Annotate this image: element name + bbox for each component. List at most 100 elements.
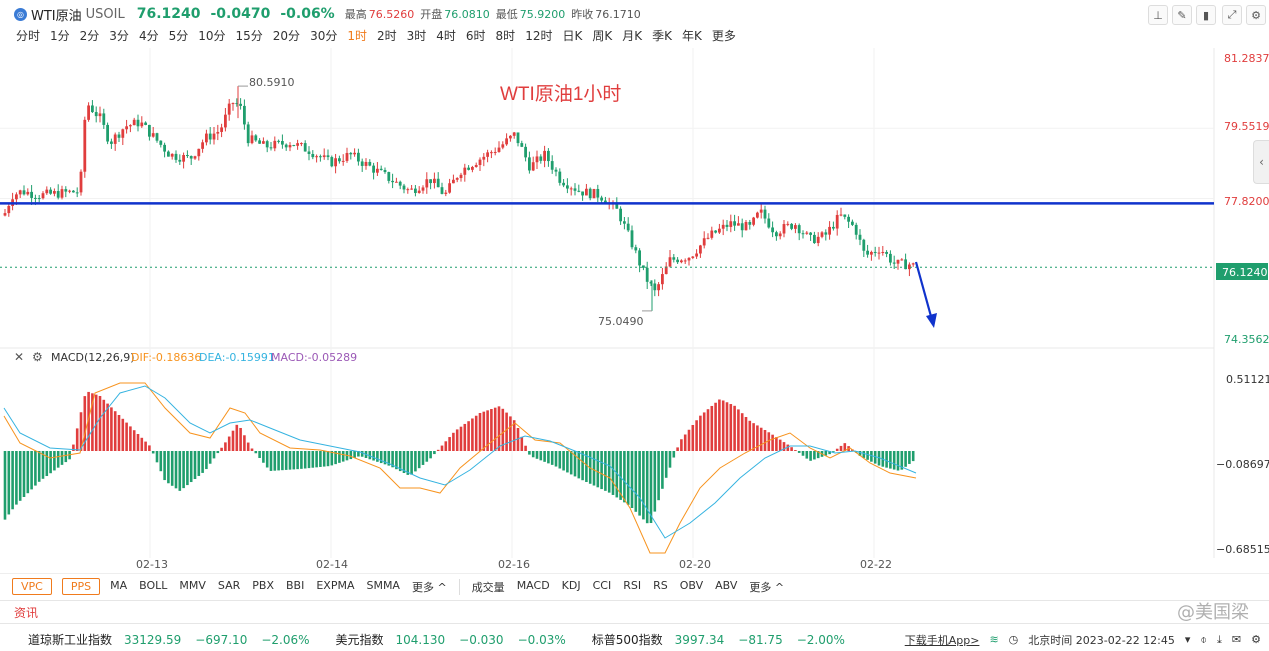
- period-tab[interactable]: 3时: [407, 27, 427, 45]
- expand-icon[interactable]: ⤢: [1222, 5, 1242, 25]
- period-tab[interactable]: 1时: [347, 27, 367, 45]
- date-tick: 02-13: [136, 558, 168, 571]
- candle-body: [284, 144, 288, 148]
- period-tab[interactable]: 8时: [496, 27, 516, 45]
- index-change: −81.75: [738, 632, 783, 647]
- macd-bar: [642, 451, 645, 520]
- price-tick: 74.3562: [1224, 333, 1269, 346]
- vpc-button[interactable]: VPC: [12, 578, 52, 595]
- macd-bar: [436, 449, 440, 451]
- period-tab[interactable]: 年K: [682, 27, 702, 45]
- period-tab[interactable]: 2分: [80, 27, 100, 45]
- period-tab[interactable]: 30分: [310, 27, 337, 45]
- macd-bar: [254, 451, 258, 454]
- indicator-option[interactable]: BOLL: [139, 579, 167, 595]
- wifi-icon: ≋: [989, 633, 999, 646]
- pen-icon[interactable]: ✎: [1172, 5, 1192, 25]
- period-tab[interactable]: 4时: [436, 27, 456, 45]
- candle-body: [227, 103, 231, 115]
- indicator-option[interactable]: MMV: [179, 579, 206, 595]
- period-tab[interactable]: 3分: [109, 27, 129, 45]
- indicator-option[interactable]: OBV: [680, 579, 703, 595]
- indicator-option[interactable]: 成交量: [472, 579, 505, 595]
- candle-body: [835, 214, 839, 229]
- indicator-option[interactable]: RS: [653, 579, 668, 595]
- candle-body: [167, 151, 170, 157]
- kline-chart[interactable]: WTI原油1小时 80.5910 75.0490 81.2837 79.5519…: [0, 48, 1269, 572]
- macd-bar: [208, 451, 212, 464]
- indicator-option[interactable]: 更多 ^: [749, 579, 784, 595]
- period-tab[interactable]: 12时: [525, 27, 552, 45]
- candle-body: [410, 188, 413, 190]
- macd-bar: [778, 439, 782, 451]
- gear-icon[interactable]: ⚙: [32, 350, 43, 364]
- candle-body: [566, 185, 569, 189]
- beijing-time[interactable]: 北京时间 2023-02-22 12:45: [1028, 632, 1175, 648]
- indicator-option[interactable]: SAR: [218, 579, 240, 595]
- macd-bar: [421, 451, 425, 465]
- indicator-option[interactable]: PBX: [252, 579, 274, 595]
- macd-bar: [376, 451, 379, 462]
- quote-header: ◎ WTI原油 USOIL 76.1240 -0.0470 -0.06% 最高 …: [0, 0, 1269, 28]
- macd-bar: [493, 407, 497, 451]
- indicator-option[interactable]: RSI: [623, 579, 641, 595]
- macd-bar: [148, 445, 151, 451]
- candle-body: [600, 197, 603, 201]
- candlestick-icon[interactable]: ▮: [1196, 5, 1216, 25]
- macd-bar: [455, 429, 459, 451]
- indicator-option[interactable]: MA: [110, 579, 127, 595]
- candle-body: [94, 112, 98, 117]
- indicator-option[interactable]: ABV: [715, 579, 737, 595]
- macd-bar: [410, 451, 413, 475]
- period-tab[interactable]: 周K: [592, 27, 612, 45]
- period-tab[interactable]: 2时: [377, 27, 397, 45]
- candle-body: [585, 188, 588, 196]
- download-icon[interactable]: ⤓: [1217, 633, 1222, 647]
- settings-icon[interactable]: ⚙: [1251, 633, 1261, 646]
- indicator-option[interactable]: BBI: [286, 579, 304, 595]
- indicator-option[interactable]: MACD: [517, 579, 550, 595]
- period-tab[interactable]: 15分: [236, 27, 263, 45]
- indicator-option[interactable]: 更多 ^: [412, 579, 447, 595]
- period-tab[interactable]: 20分: [273, 27, 300, 45]
- candle-body: [524, 146, 527, 158]
- pps-button[interactable]: PPS: [61, 578, 101, 595]
- baseline-icon[interactable]: ⊥: [1148, 5, 1168, 25]
- macd-bar: [862, 451, 866, 458]
- period-tab[interactable]: 4分: [139, 27, 159, 45]
- indicator-option[interactable]: CCI: [593, 579, 612, 595]
- candle-body: [368, 161, 372, 166]
- period-tab[interactable]: 月K: [622, 27, 642, 45]
- period-tab[interactable]: 日K: [562, 27, 582, 45]
- macd-bar: [182, 451, 185, 489]
- macd-bar: [908, 451, 911, 464]
- news-label[interactable]: 资讯: [14, 604, 38, 621]
- close-icon[interactable]: ✕: [14, 350, 24, 364]
- candle-body: [638, 250, 641, 266]
- indicator-option[interactable]: KDJ: [562, 579, 581, 595]
- candle-body: [376, 168, 379, 173]
- macd-bar: [478, 413, 482, 451]
- macd-bar: [189, 451, 193, 483]
- period-tab[interactable]: 10分: [198, 27, 225, 45]
- candle-body: [889, 253, 892, 263]
- period-tab[interactable]: 分时: [16, 27, 40, 45]
- period-tab[interactable]: 更多: [712, 27, 736, 45]
- macd-bar: [326, 451, 330, 467]
- candle-body: [725, 224, 729, 227]
- settings-icon[interactable]: ⚙: [1246, 5, 1266, 25]
- period-tab[interactable]: 5分: [169, 27, 189, 45]
- indicator-option[interactable]: SMMA: [366, 579, 400, 595]
- download-app-link[interactable]: 下载手机App>: [905, 632, 980, 648]
- indicator-option[interactable]: EXPMA: [316, 579, 354, 595]
- mail-icon[interactable]: ✉: [1232, 633, 1241, 646]
- period-tab[interactable]: 6时: [466, 27, 486, 45]
- attach-icon[interactable]: ⌽: [1200, 633, 1207, 647]
- news-row[interactable]: 资讯: [0, 600, 1269, 624]
- period-tab[interactable]: 季K: [652, 27, 672, 45]
- macd-bar: [277, 451, 280, 471]
- chevron-down-icon[interactable]: ▾: [1185, 633, 1191, 646]
- period-tab[interactable]: 1分: [50, 27, 70, 45]
- candle-body: [246, 124, 250, 144]
- candle-body: [444, 192, 448, 194]
